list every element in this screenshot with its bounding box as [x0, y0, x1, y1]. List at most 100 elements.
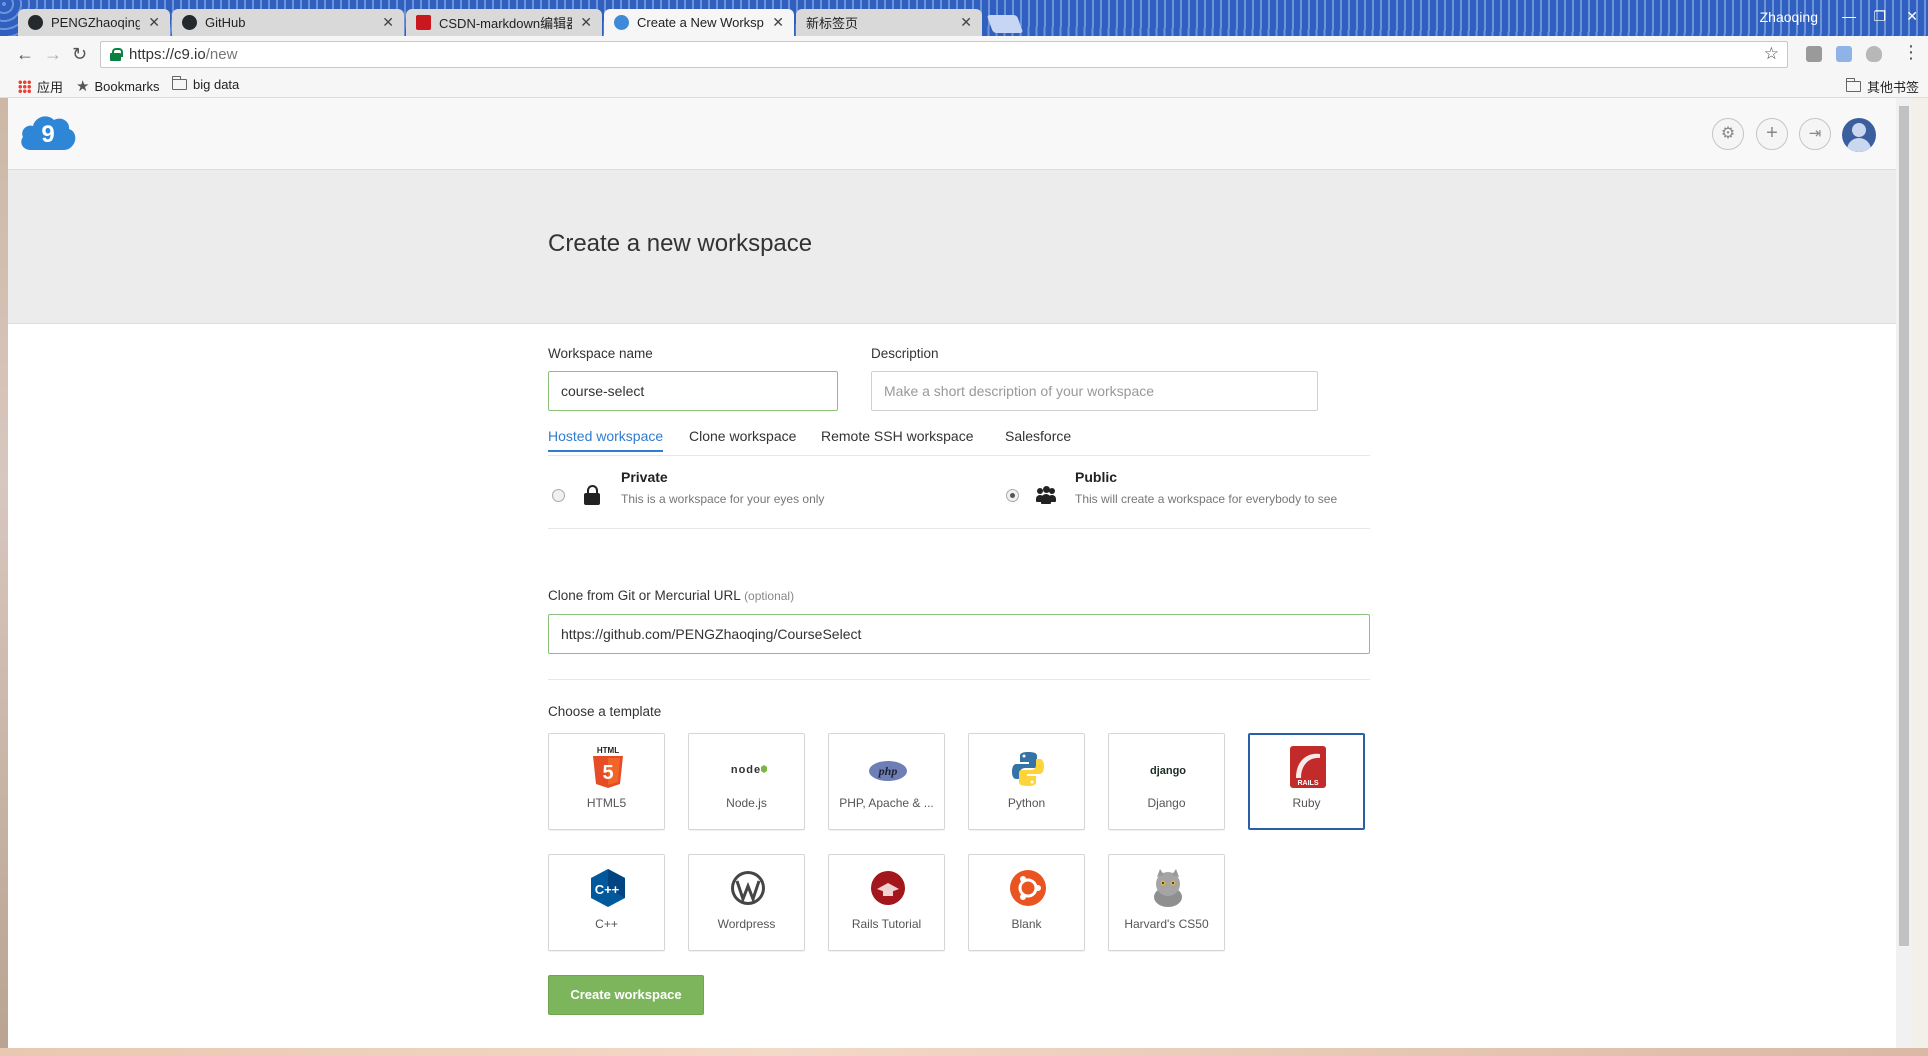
csdn-icon — [416, 15, 431, 30]
choose-template-heading: Choose a template — [548, 704, 662, 719]
desktop-background — [0, 98, 8, 1056]
tab-hosted-workspace[interactable]: Hosted workspace — [548, 428, 664, 452]
restore-icon[interactable]: ❐ — [1873, 8, 1886, 25]
template-name: Python — [1007, 796, 1046, 810]
nodejs-icon: node — [731, 764, 767, 776]
template-name: Django — [1147, 796, 1186, 810]
page-title: Create a new workspace — [548, 230, 813, 257]
address-bar[interactable]: https://c9.io/new ☆ — [100, 41, 1788, 68]
template-wordpress[interactable]: Wordpress — [688, 854, 805, 951]
new-tab-button[interactable] — [986, 15, 1024, 33]
clone-url-input[interactable] — [548, 614, 1370, 654]
browser-profile-name[interactable]: Zhaoqing — [1760, 9, 1818, 25]
close-tab-icon[interactable]: ✕ — [148, 14, 160, 31]
cloud9-logo-icon[interactable]: 9 — [19, 112, 77, 152]
template-cpp[interactable]: C++ C++ — [548, 854, 665, 951]
tab-clone-workspace[interactable]: Clone workspace — [689, 428, 796, 452]
bookmark-bookmarks[interactable]: ★ Bookmarks — [76, 77, 159, 95]
workspace-name-input[interactable] — [548, 371, 838, 411]
template-name: Node.js — [726, 796, 767, 810]
page-scrollbar[interactable] — [1896, 98, 1912, 1048]
extension-icon[interactable] — [1806, 46, 1822, 62]
settings-gear-icon[interactable]: ⚙ — [1712, 118, 1744, 150]
browser-tab-newtab[interactable]: 新标签页 ✕ — [796, 9, 982, 36]
clone-url-label: Clone from Git or Mercurial URL (optiona… — [548, 588, 794, 603]
cs50-cat-icon — [1154, 869, 1182, 907]
django-logo-text: django — [1150, 765, 1186, 777]
shield-icon[interactable] — [1866, 46, 1882, 62]
dropbox-icon[interactable] — [1836, 46, 1852, 62]
tab-title: GitHub — [205, 15, 246, 30]
browser-tab-csdn[interactable]: CSDN-markdown编辑器 ✕ — [406, 9, 602, 36]
close-window-icon[interactable]: ✕ — [1906, 8, 1918, 25]
close-tab-icon[interactable]: ✕ — [580, 14, 592, 31]
template-django[interactable]: django Django — [1108, 733, 1225, 830]
template-name: PHP, Apache & ... — [839, 796, 934, 810]
privacy-options: Private This is a workspace for your eye… — [548, 469, 1370, 529]
php-icon: php — [869, 761, 907, 781]
workspace-type-tabs: Hosted workspace Clone workspace Remote … — [548, 428, 1370, 456]
bookmarks-bar: 应用 ★ Bookmarks big data 其他书签 — [0, 72, 1928, 98]
people-icon — [1036, 486, 1056, 504]
page-viewport: 9 ⚙ + ⇥ Create a new workspace Workspace… — [8, 98, 1912, 1048]
sign-out-icon[interactable]: ⇥ — [1799, 118, 1831, 150]
close-tab-icon[interactable]: ✕ — [382, 14, 394, 31]
bookmark-star-icon[interactable]: ☆ — [1764, 44, 1779, 64]
menu-icon[interactable]: ⋮ — [1902, 42, 1920, 63]
tab-salesforce[interactable]: Salesforce — [1005, 428, 1071, 452]
optional-hint: (optional) — [744, 589, 795, 603]
template-name: Ruby — [1292, 796, 1321, 810]
close-tab-icon[interactable]: ✕ — [960, 14, 972, 31]
public-radio[interactable] — [1006, 489, 1019, 502]
add-icon[interactable]: + — [1756, 118, 1788, 150]
template-html5[interactable]: HTML 5 HTML5 — [548, 733, 665, 830]
wordpress-icon — [731, 871, 765, 905]
public-desc: This will create a workspace for everybo… — [1075, 492, 1338, 506]
reload-icon[interactable]: ↻ — [72, 44, 87, 65]
rails-icon: RAILS — [1290, 746, 1326, 788]
url-path: /new — [205, 46, 238, 63]
tab-title: CSDN-markdown编辑器 — [439, 16, 573, 31]
user-avatar[interactable] — [1842, 118, 1876, 152]
template-rails-tutorial[interactable]: Rails Tutorial — [828, 854, 945, 951]
description-input[interactable] — [871, 371, 1318, 411]
os-taskbar — [0, 1048, 1928, 1056]
close-tab-icon[interactable]: ✕ — [772, 14, 784, 31]
clone-url-label-text: Clone from Git or Mercurial URL — [548, 588, 741, 603]
node-logo-text: node — [731, 764, 761, 776]
private-desc: This is a workspace for your eyes only — [621, 492, 825, 506]
browser-tab-c9-new[interactable]: Create a New Workspace ✕ — [604, 9, 794, 36]
divider — [548, 679, 1370, 680]
scrollbar-thumb[interactable] — [1899, 106, 1909, 946]
template-grid: HTML 5 HTML5 node Node.js php PHP, Apach… — [548, 733, 1378, 953]
template-name: C++ — [595, 917, 618, 931]
template-name: Wordpress — [717, 917, 776, 931]
forward-icon[interactable]: → — [44, 44, 62, 65]
create-workspace-button[interactable]: Create workspace — [548, 975, 704, 1015]
page-hero: Create a new workspace — [8, 170, 1896, 324]
tab-remote-ssh-workspace[interactable]: Remote SSH workspace — [821, 428, 974, 452]
template-python[interactable]: Python — [968, 733, 1085, 830]
template-name: Harvard's CS50 — [1124, 917, 1209, 931]
bookmark-label: 应用 — [37, 80, 64, 95]
bookmark-other[interactable]: 其他书签 — [1845, 77, 1919, 96]
private-radio[interactable] — [552, 489, 565, 502]
html5-logo-number: 5 — [602, 762, 613, 784]
apps-grid-icon — [18, 80, 31, 93]
back-icon[interactable]: ← — [16, 44, 34, 65]
minimize-icon[interactable]: — — [1842, 8, 1856, 24]
template-ruby[interactable]: RAILS Ruby — [1248, 733, 1365, 830]
template-php[interactable]: php PHP, Apache & ... — [828, 733, 945, 830]
bookmark-big-data[interactable]: big data — [171, 76, 239, 92]
description-label: Description — [871, 346, 939, 361]
bookmark-apps[interactable]: 应用 — [18, 77, 63, 96]
bookmark-label: Bookmarks — [94, 78, 160, 94]
template-nodejs[interactable]: node Node.js — [688, 733, 805, 830]
template-cs50[interactable]: Harvard's CS50 — [1108, 854, 1225, 951]
template-blank[interactable]: Blank — [968, 854, 1085, 951]
browser-tab-courseselect[interactable]: PENGZhaoqing/CourseSelect ✕ — [18, 9, 170, 36]
cpp-icon: C++ — [591, 869, 625, 907]
html5-icon: HTML 5 — [593, 746, 623, 788]
browser-tab-github[interactable]: GitHub ✕ — [172, 9, 404, 36]
cpp-logo-text: C++ — [595, 882, 620, 897]
